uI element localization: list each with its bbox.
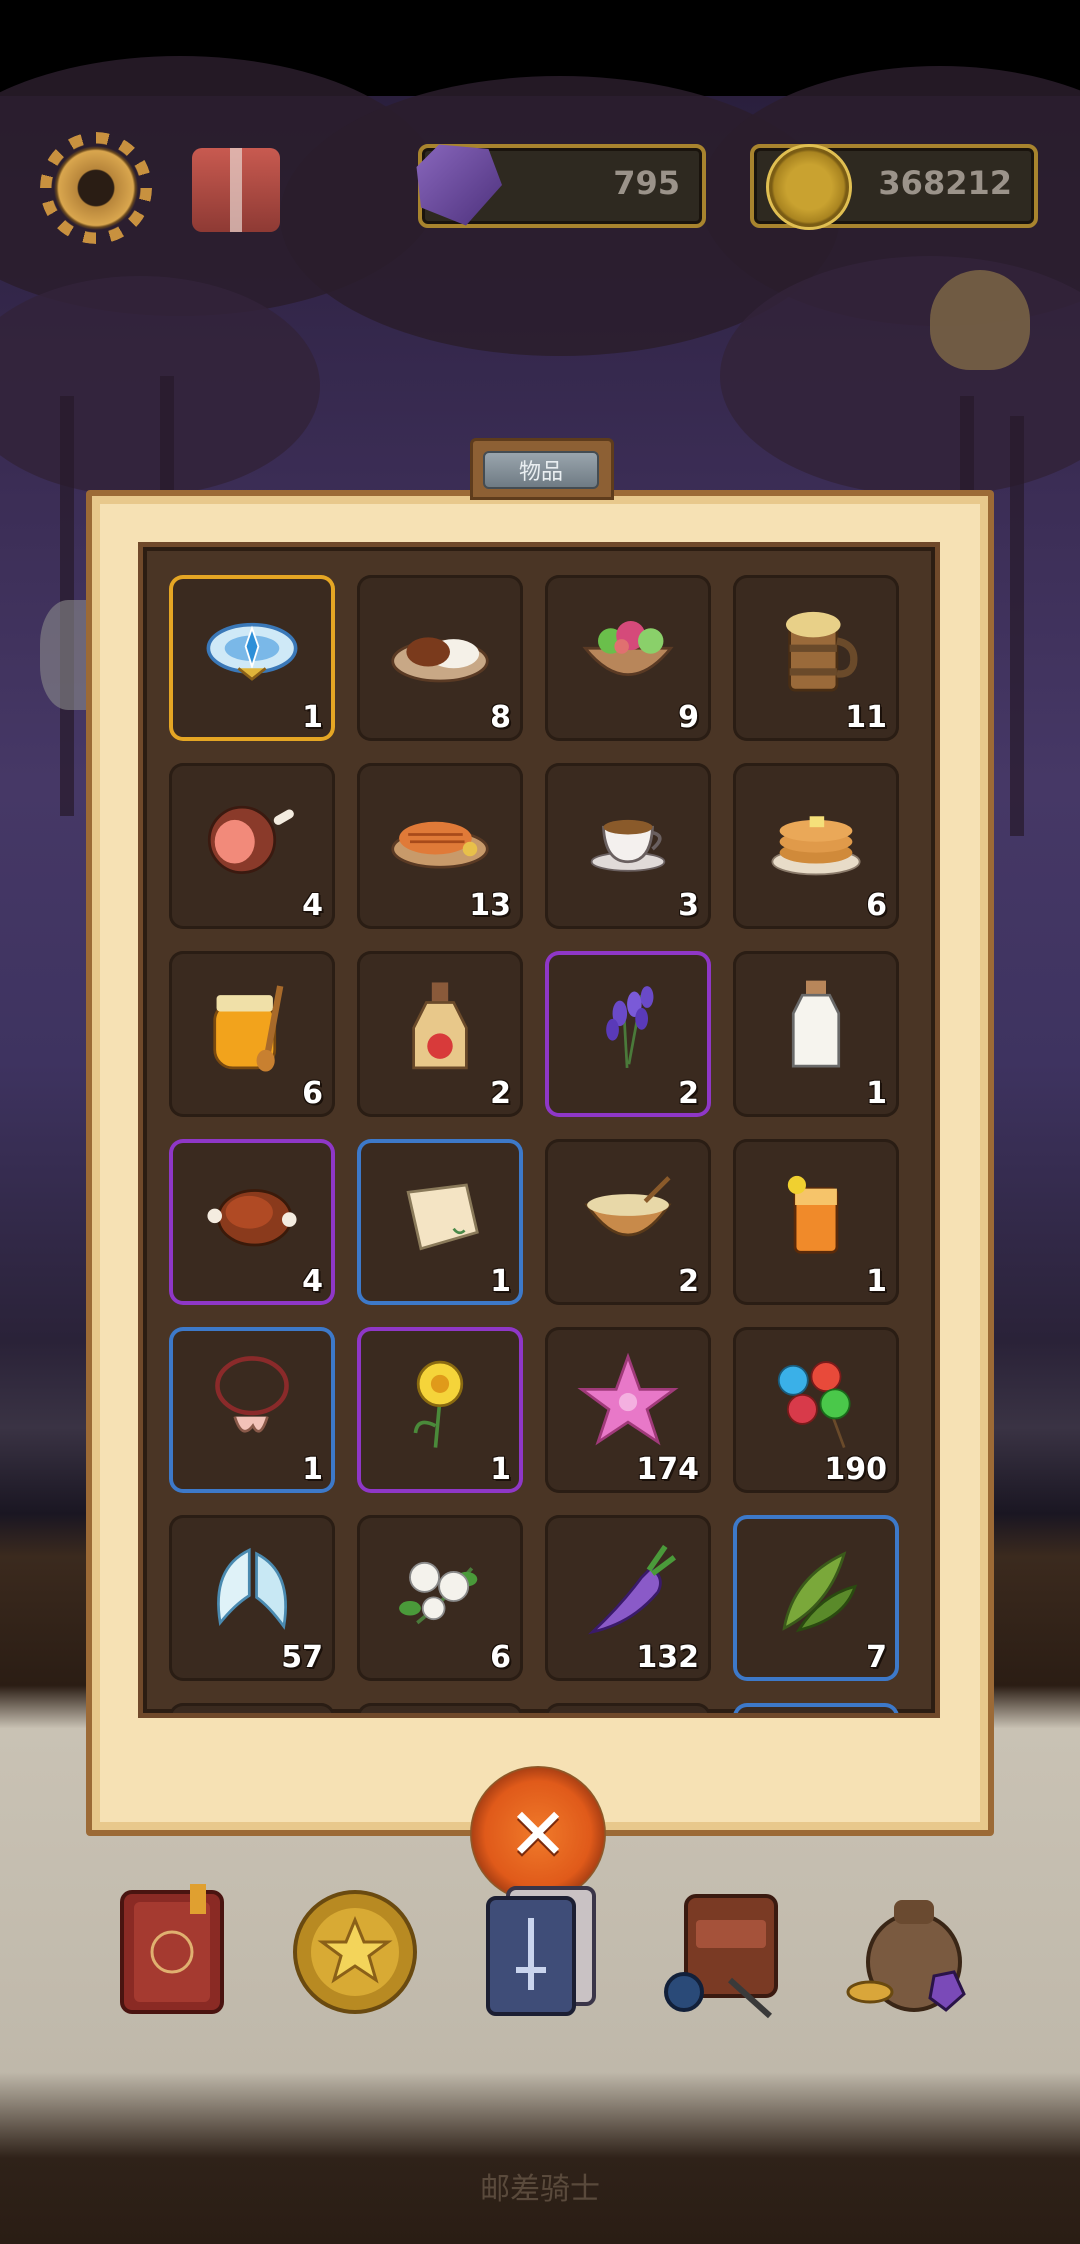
settings-gear-button[interactable] <box>48 140 144 236</box>
item-count: 132 <box>636 1640 699 1675</box>
item-slot[interactable]: 1 <box>733 951 899 1117</box>
ham-icon <box>207 805 294 874</box>
coin-counter: 368212 <box>750 144 1038 230</box>
item-slot-partial[interactable] <box>733 1703 899 1713</box>
gem-count: 795 <box>613 164 680 202</box>
journal-book-icon[interactable] <box>112 1880 242 2020</box>
item-slot[interactable]: 2 <box>545 1139 711 1305</box>
item-slot[interactable]: 1 <box>357 1139 523 1305</box>
item-count: 11 <box>845 700 887 735</box>
grilled-fish-icon <box>391 821 489 869</box>
white-wings-icon <box>217 1547 287 1630</box>
item-count: 174 <box>636 1452 699 1487</box>
inventory-tab: 物品 <box>470 438 614 500</box>
item-slot[interactable]: 13 <box>357 763 523 929</box>
item-slot[interactable]: 4 <box>169 763 335 929</box>
item-slot[interactable]: 174 <box>545 1327 711 1493</box>
item-grid[interactable]: 1 8 9 11 4 13 3 6 6 2 2 1 4 1 2 1 1 1 174 190 57 6 132 7 <box>138 542 940 1718</box>
item-slot[interactable]: 2 <box>545 951 711 1117</box>
sword-cards-icon[interactable] <box>478 1880 608 2020</box>
daffodil-icon <box>413 1360 464 1448</box>
item-slot[interactable]: 57 <box>169 1515 335 1681</box>
item-count: 57 <box>281 1640 323 1675</box>
gift-box-button[interactable] <box>192 148 280 232</box>
inventory-title: 物品 <box>483 451 599 489</box>
berry-cluster-icon <box>777 1361 851 1449</box>
item-count: 7 <box>866 1640 887 1675</box>
iced-tea-icon <box>787 1175 839 1254</box>
item-count: 1 <box>490 1452 511 1487</box>
curry-rice-icon <box>391 637 489 683</box>
beer-mug-icon <box>786 611 858 692</box>
cloth-scrap-icon <box>406 1183 479 1251</box>
item-count: 3 <box>678 888 699 923</box>
lavender-icon <box>606 986 654 1068</box>
item-slot[interactable]: 6 <box>169 951 335 1117</box>
item-count: 9 <box>678 700 699 735</box>
star-coin-icon[interactable] <box>290 1880 420 2020</box>
gem-icon <box>416 144 502 226</box>
roast-meat-icon <box>207 1189 297 1247</box>
cotton-flower-icon <box>399 1561 478 1625</box>
apple-juice-bottle-icon <box>412 982 468 1070</box>
item-count: 2 <box>678 1076 699 1111</box>
item-count: 4 <box>302 1264 323 1299</box>
item-slot[interactable]: 2 <box>357 951 523 1117</box>
item-count: 6 <box>866 888 887 923</box>
item-count: 190 <box>824 1452 887 1487</box>
pink-starflower-icon <box>577 1353 679 1446</box>
item-count: 1 <box>490 1264 511 1299</box>
item-count: 1 <box>302 700 323 735</box>
honey-jar-icon <box>213 985 284 1072</box>
item-slot[interactable]: 11 <box>733 575 899 741</box>
item-slot-partial[interactable] <box>169 1703 335 1713</box>
shell-necklace-icon <box>215 1356 289 1433</box>
winged-crown-icon <box>206 622 298 681</box>
gold-coin-icon <box>766 144 852 230</box>
item-count: 2 <box>490 1076 511 1111</box>
milk-bottle-icon <box>791 980 841 1068</box>
item-count: 6 <box>490 1640 511 1675</box>
item-slot[interactable]: 1 <box>169 575 335 741</box>
game-title: 邮差骑士 <box>480 2172 600 2207</box>
coin-count: 368212 <box>878 164 1012 202</box>
bay-leaves-icon <box>782 1551 858 1633</box>
treasure-sack-icon[interactable] <box>842 1880 972 2020</box>
item-slot[interactable]: 1 <box>169 1327 335 1493</box>
item-slot-partial[interactable] <box>545 1703 711 1713</box>
item-slot[interactable]: 9 <box>545 575 711 741</box>
item-count: 1 <box>866 1264 887 1299</box>
item-slot[interactable]: 6 <box>733 763 899 929</box>
tea-cup-icon <box>590 819 666 872</box>
item-count: 8 <box>490 700 511 735</box>
item-slot[interactable]: 190 <box>733 1327 899 1493</box>
item-slot[interactable]: 3 <box>545 763 711 929</box>
item-count: 1 <box>866 1076 887 1111</box>
item-slot[interactable]: 6 <box>357 1515 523 1681</box>
backpack-potion-icon[interactable] <box>660 1880 790 2020</box>
item-slot-partial[interactable] <box>357 1703 523 1713</box>
item-count: 1 <box>302 1452 323 1487</box>
item-slot[interactable]: 132 <box>545 1515 711 1681</box>
item-slot[interactable]: 8 <box>357 575 523 741</box>
item-slot[interactable]: 7 <box>733 1515 899 1681</box>
shop-sack-button[interactable] <box>930 270 1030 370</box>
item-slot[interactable]: 4 <box>169 1139 335 1305</box>
item-count: 6 <box>302 1076 323 1111</box>
item-count: 2 <box>678 1264 699 1299</box>
soup-bowl-icon <box>584 1176 672 1237</box>
pancakes-icon <box>771 816 861 876</box>
gem-counter: 795 <box>416 144 706 228</box>
salad-bowl-icon <box>582 621 674 676</box>
item-slot[interactable]: 1 <box>733 1139 899 1305</box>
purple-radish-icon <box>587 1544 676 1635</box>
item-slot[interactable]: 1 <box>357 1327 523 1493</box>
item-count: 4 <box>302 888 323 923</box>
item-count: 13 <box>469 888 511 923</box>
close-icon: ✕ <box>507 1792 569 1876</box>
